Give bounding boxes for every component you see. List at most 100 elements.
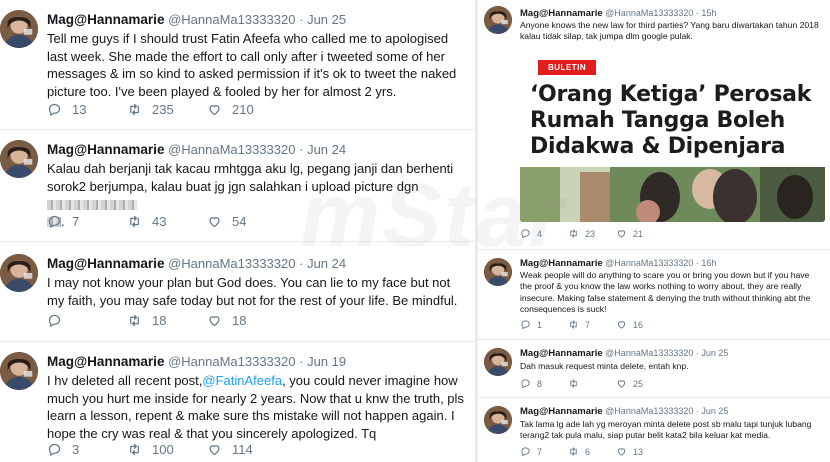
tweet-text: I hv deleted all recent post,@FatinAfeef…: [47, 372, 467, 442]
timestamp[interactable]: Jun 19: [307, 354, 346, 369]
retweet-button[interactable]: 100: [127, 442, 207, 457]
reply-button[interactable]: 7: [520, 446, 568, 457]
author-handle[interactable]: @HannaMa13333320: [605, 258, 693, 268]
timestamp[interactable]: Jun 25: [701, 406, 728, 416]
tweet[interactable]: Mag@Hannamarie @HannaMa13333320 · Jun 25…: [478, 398, 830, 462]
author-name[interactable]: Mag@Hannamarie: [47, 142, 164, 157]
timestamp[interactable]: 16h: [701, 258, 716, 268]
author-handle[interactable]: @HannaMa13333320: [168, 256, 295, 271]
like-icon: [616, 319, 627, 330]
like-count: 25: [633, 378, 644, 389]
author-handle[interactable]: @HannaMa13333320: [168, 142, 295, 157]
avatar[interactable]: [484, 406, 512, 434]
author-name[interactable]: Mag@Hannamarie: [47, 354, 164, 369]
avatar[interactable]: [484, 348, 512, 376]
like-button[interactable]: 21: [616, 228, 664, 239]
reply-button[interactable]: 4: [520, 228, 568, 239]
tweet-text-before: I hv deleted all recent post,: [47, 373, 203, 388]
author-handle[interactable]: @HannaMa13333320: [605, 406, 693, 416]
separator: ·: [299, 256, 304, 271]
reply-button[interactable]: [47, 313, 127, 328]
timestamp[interactable]: Jun 24: [307, 256, 346, 271]
separator: ·: [695, 348, 699, 358]
author-handle[interactable]: @HannaMa13333320: [168, 354, 295, 369]
retweet-button[interactable]: 18: [127, 313, 207, 328]
retweet-button[interactable]: 7: [568, 319, 616, 330]
mention-link[interactable]: @FatinAfeefa: [202, 373, 282, 388]
reply-icon: [47, 102, 62, 117]
tweet-actions: 8 25: [520, 378, 664, 389]
tweet[interactable]: Mag@Hannamarie @HannaMa13333320 · Jun 24…: [0, 242, 475, 342]
news-headline: ‘Orang Ketiga’ Perosak Rumah Tangga Bole…: [530, 82, 812, 159]
tweet-actions: 7 43 54: [47, 214, 287, 229]
separator: ·: [299, 354, 304, 369]
timestamp[interactable]: Jun 25: [701, 348, 728, 358]
retweet-icon: [127, 214, 142, 229]
avatar[interactable]: [484, 6, 512, 34]
retweet-button[interactable]: 6: [568, 446, 616, 457]
retweet-button[interactable]: 235: [127, 102, 207, 117]
news-card[interactable]: BULETIN ‘Orang Ketiga’ Perosak Rumah Tan…: [520, 52, 825, 222]
like-button[interactable]: 16: [616, 319, 664, 330]
like-button[interactable]: 210: [207, 102, 287, 117]
retweet-icon: [127, 313, 142, 328]
avatar[interactable]: [0, 10, 38, 48]
reply-icon: [520, 319, 531, 330]
reply-count: 7: [72, 214, 80, 229]
author-handle[interactable]: @HannaMa13333320: [605, 8, 693, 18]
author-name[interactable]: Mag@Hannamarie: [47, 12, 164, 27]
tweet[interactable]: Mag@Hannamarie @HannaMa13333320 · 16h We…: [478, 250, 830, 340]
retweet-button[interactable]: 43: [127, 214, 207, 229]
like-button[interactable]: 18: [207, 313, 287, 328]
retweet-icon: [568, 378, 579, 389]
author-name[interactable]: Mag@Hannamarie: [520, 8, 603, 19]
like-button[interactable]: 54: [207, 214, 287, 229]
like-count: 54: [232, 214, 247, 229]
like-count: 210: [232, 102, 254, 117]
tweet[interactable]: Mag@Hannamarie @HannaMa13333320 · Jun 25…: [478, 340, 830, 398]
tweet[interactable]: Mag@Hannamarie @HannaMa13333320 · Jun 25…: [0, 0, 475, 130]
tweet[interactable]: Mag@Hannamarie @HannaMa13333320 · Jun 24…: [0, 130, 475, 242]
avatar[interactable]: [0, 140, 38, 178]
tweet[interactable]: Mag@Hannamarie @HannaMa13333320 · 15h An…: [478, 0, 830, 250]
reply-button[interactable]: 8: [520, 378, 568, 389]
reply-count: 7: [537, 446, 543, 457]
reply-button[interactable]: 13: [47, 102, 127, 117]
like-button[interactable]: 114: [207, 442, 287, 457]
avatar[interactable]: [0, 254, 38, 292]
left-column: Mag@Hannamarie @HannaMa13333320 · Jun 25…: [0, 0, 475, 462]
tweet-actions: 7 6 13: [520, 446, 664, 457]
timestamp[interactable]: Jun 25: [307, 12, 346, 27]
retweet-icon: [568, 446, 579, 457]
avatar[interactable]: [484, 258, 512, 286]
author-name[interactable]: Mag@Hannamarie: [47, 256, 164, 271]
like-button[interactable]: 25: [616, 378, 664, 389]
redacted-text: [47, 199, 137, 210]
avatar[interactable]: [0, 352, 38, 390]
news-photo: [520, 167, 825, 222]
timestamp[interactable]: Jun 24: [307, 142, 346, 157]
author-handle[interactable]: @HannaMa13333320: [605, 348, 693, 358]
reply-icon: [520, 446, 531, 457]
retweet-button[interactable]: [568, 378, 616, 389]
separator: ·: [695, 8, 699, 18]
reply-button[interactable]: 7: [47, 214, 127, 229]
retweet-button[interactable]: 23: [568, 228, 616, 239]
separator: ·: [695, 406, 699, 416]
author-name[interactable]: Mag@Hannamarie: [520, 406, 603, 417]
reply-button[interactable]: 3: [47, 442, 127, 457]
like-count: 18: [232, 313, 247, 328]
like-icon: [616, 378, 627, 389]
tweet-actions: 4 23 21: [520, 228, 664, 239]
author-name[interactable]: Mag@Hannamarie: [520, 258, 603, 269]
reply-button[interactable]: 1: [520, 319, 568, 330]
retweet-count: 23: [585, 228, 596, 239]
author-handle[interactable]: @HannaMa13333320: [168, 12, 295, 27]
like-button[interactable]: 13: [616, 446, 664, 457]
like-count: 16: [633, 319, 644, 330]
separator: ·: [695, 258, 699, 268]
tweet-text: Tell me guys if I should trust Fatin Afe…: [47, 31, 457, 99]
tweet[interactable]: Mag@Hannamarie @HannaMa13333320 · Jun 19…: [0, 342, 475, 462]
timestamp[interactable]: 15h: [701, 8, 716, 18]
author-name[interactable]: Mag@Hannamarie: [520, 348, 603, 359]
